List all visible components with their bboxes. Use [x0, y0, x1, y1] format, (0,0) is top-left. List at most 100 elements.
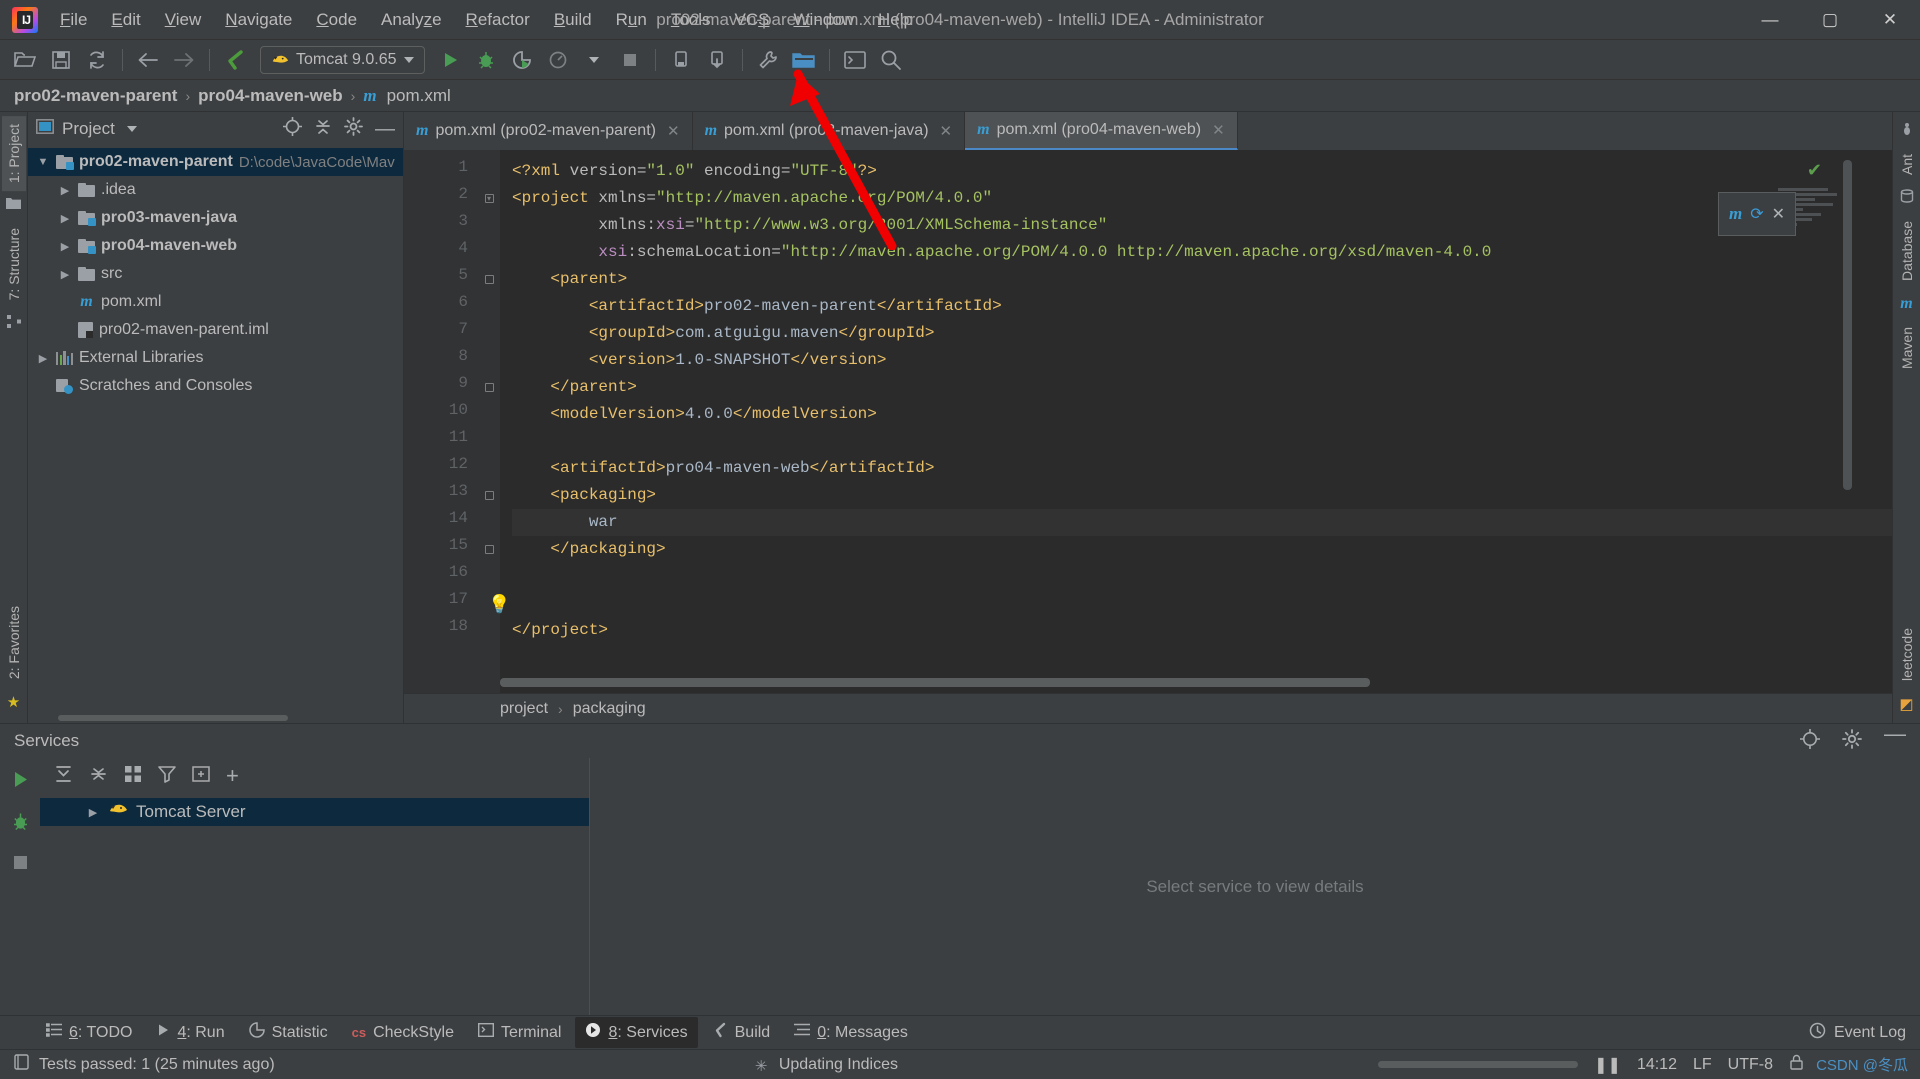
menu-build[interactable]: Build — [542, 5, 604, 35]
fold-marker-icon[interactable] — [484, 383, 494, 392]
fold-marker-slot[interactable] — [478, 374, 500, 401]
editor-tab-pro02-maven-parent[interactable]: m pom.xml (pro02-maven-parent) ✕ — [404, 112, 693, 150]
line-separator[interactable]: LF — [1693, 1056, 1712, 1074]
run-configuration-selector[interactable]: Tomcat 9.0.65 — [260, 45, 425, 74]
forward-icon[interactable] — [167, 45, 201, 75]
build-icon[interactable] — [218, 45, 252, 75]
menu-vcs[interactable]: VCS — [723, 5, 782, 35]
hide-panel-icon[interactable]: — — [1884, 722, 1906, 754]
code-line[interactable]: <artifactId>pro02-maven-parent</artifact… — [512, 293, 1892, 320]
fold-marker-slot[interactable] — [478, 563, 500, 590]
sidebar-item-maven[interactable]: Maven — [1895, 319, 1919, 377]
terminal-icon[interactable] — [838, 45, 872, 75]
caret-position[interactable]: 14:12 — [1637, 1056, 1677, 1074]
event-log-label[interactable]: Event Log — [1834, 1024, 1906, 1042]
breadcrumb-item-2[interactable]: pom.xml — [387, 86, 451, 106]
editor-tab-pro04-maven-web[interactable]: m pom.xml (pro04-maven-web) ✕ — [965, 112, 1238, 150]
editor-horizontal-scrollbar[interactable] — [500, 678, 1782, 687]
code-line[interactable]: xmlns:xsi="http://www.w3.org/2001/XMLSch… — [512, 212, 1892, 239]
code-line[interactable]: <groupId>com.atguigu.maven</groupId> — [512, 320, 1892, 347]
tree-row-pro04-maven-web[interactable]: ▶ pro04-maven-web — [28, 232, 403, 260]
gear-icon[interactable] — [344, 117, 363, 141]
menu-tools[interactable]: Tools — [659, 5, 723, 35]
project-panel-icon[interactable] — [6, 191, 21, 220]
profiler-icon[interactable] — [541, 45, 575, 75]
tree-row-pro03-maven-java[interactable]: ▶ pro03-maven-java — [28, 204, 403, 232]
tests-passed-message[interactable]: Tests passed: 1 (25 minutes ago) — [39, 1056, 275, 1074]
tree-row-external-libraries[interactable]: ▶ External Libraries — [28, 344, 403, 372]
close-icon[interactable]: ✕ — [667, 122, 680, 140]
group-icon[interactable] — [124, 765, 142, 788]
tree-row-iml[interactable]: pro02-maven-parent.iml — [28, 316, 403, 344]
menu-run[interactable]: Run — [604, 5, 659, 35]
code-line[interactable]: <artifactId>pro04-maven-web</artifactId> — [512, 455, 1892, 482]
fold-marker-icon[interactable] — [484, 491, 494, 500]
close-icon[interactable]: ✕ — [940, 122, 953, 140]
tool-tab-checkstyle[interactable]: cs CheckStyle — [342, 1019, 464, 1047]
tool-tab-messages[interactable]: 0: Messages — [784, 1018, 918, 1047]
menu-window[interactable]: Window — [782, 5, 866, 35]
code-line[interactable]: </project> — [512, 617, 1892, 644]
save-all-icon[interactable] — [44, 45, 78, 75]
breadcrumb-item-1[interactable]: pro04-maven-web — [198, 86, 343, 106]
close-icon[interactable]: ✕ — [1772, 204, 1785, 224]
add-icon[interactable]: + — [226, 765, 239, 787]
code-line[interactable]: <modelVersion>4.0.0</modelVersion> — [512, 401, 1892, 428]
tool-tab-services[interactable]: 8: Services — [575, 1017, 698, 1048]
profiler-dropdown-icon[interactable] — [577, 45, 611, 75]
fold-marker-slot[interactable] — [478, 428, 500, 455]
settings-icon[interactable] — [751, 45, 785, 75]
fold-marker-slot[interactable]: ▾ — [478, 185, 500, 212]
tool-tab-terminal[interactable]: Terminal — [468, 1018, 571, 1047]
lock-icon[interactable] — [1789, 1054, 1804, 1075]
code-line[interactable]: </parent> — [512, 374, 1892, 401]
project-panel-hscrollbar[interactable] — [28, 713, 403, 723]
ant-icon[interactable] — [1900, 116, 1914, 146]
expand-arrow-open-icon[interactable]: ▼ — [36, 156, 50, 168]
maximize-button[interactable]: ▢ — [1800, 0, 1860, 40]
expand-arrow-closed-icon[interactable]: ▶ — [58, 268, 72, 281]
fold-marker-slot[interactable] — [478, 320, 500, 347]
fold-marker-slot[interactable] — [478, 509, 500, 536]
inspection-status-icon[interactable]: ✔ — [1807, 160, 1822, 181]
intention-bulb-icon[interactable]: 💡 — [488, 594, 510, 615]
tool-tab-statistic[interactable]: Statistic — [239, 1017, 338, 1048]
fold-marker-slot[interactable] — [478, 266, 500, 293]
code-line[interactable] — [512, 428, 1892, 455]
debug-icon[interactable] — [469, 45, 503, 75]
database-icon[interactable] — [1900, 183, 1914, 213]
tree-row-src[interactable]: ▶ src — [28, 260, 403, 288]
close-button[interactable]: ✕ — [1860, 0, 1920, 40]
code-line[interactable]: <parent> — [512, 266, 1892, 293]
search-everywhere-icon[interactable] — [874, 45, 908, 75]
tool-tab-run[interactable]: 4: Run — [146, 1018, 234, 1047]
device-manager-icon[interactable] — [664, 45, 698, 75]
code-line[interactable]: xsi:schemaLocation="http://maven.apache.… — [512, 239, 1892, 266]
fold-marker-slot[interactable] — [478, 401, 500, 428]
stop-icon[interactable] — [12, 854, 29, 876]
fold-marker-slot[interactable] — [478, 536, 500, 563]
fold-marker-slot[interactable] — [478, 455, 500, 482]
fold-marker-slot[interactable] — [478, 239, 500, 266]
fold-marker-slot[interactable] — [478, 212, 500, 239]
breadcrumb-item-0[interactable]: pro02-maven-parent — [14, 86, 177, 106]
refresh-icon[interactable]: ⟳ — [1750, 204, 1763, 224]
code-line[interactable]: <version>1.0-SNAPSHOT</version> — [512, 347, 1892, 374]
fold-marker-icon[interactable]: ▾ — [484, 194, 494, 203]
menu-file[interactable]: File — [48, 5, 99, 35]
menu-code[interactable]: Code — [304, 5, 369, 35]
file-encoding[interactable]: UTF-8 — [1728, 1056, 1773, 1074]
expand-arrow-closed-icon[interactable]: ▶ — [58, 212, 72, 225]
tree-row-scratches-and-consoles[interactable]: Scratches and Consoles — [28, 372, 403, 400]
sidebar-item-project[interactable]: 1: Project — [1, 116, 26, 192]
pause-indexing-icon[interactable]: ❚❚ — [1594, 1055, 1621, 1075]
menu-help[interactable]: Help — [866, 5, 925, 35]
menu-edit[interactable]: Edit — [99, 5, 152, 35]
run-with-coverage-icon[interactable] — [505, 45, 539, 75]
fold-marker-slot[interactable] — [478, 482, 500, 509]
collapse-all-icon[interactable] — [314, 118, 332, 141]
close-icon[interactable]: ✕ — [1212, 121, 1225, 139]
maven-reload-popup[interactable]: m ⟳ ✕ — [1718, 192, 1796, 236]
sidebar-item-database[interactable]: Database — [1895, 213, 1919, 289]
code-line[interactable]: <project xmlns="http://maven.apache.org/… — [512, 185, 1892, 212]
